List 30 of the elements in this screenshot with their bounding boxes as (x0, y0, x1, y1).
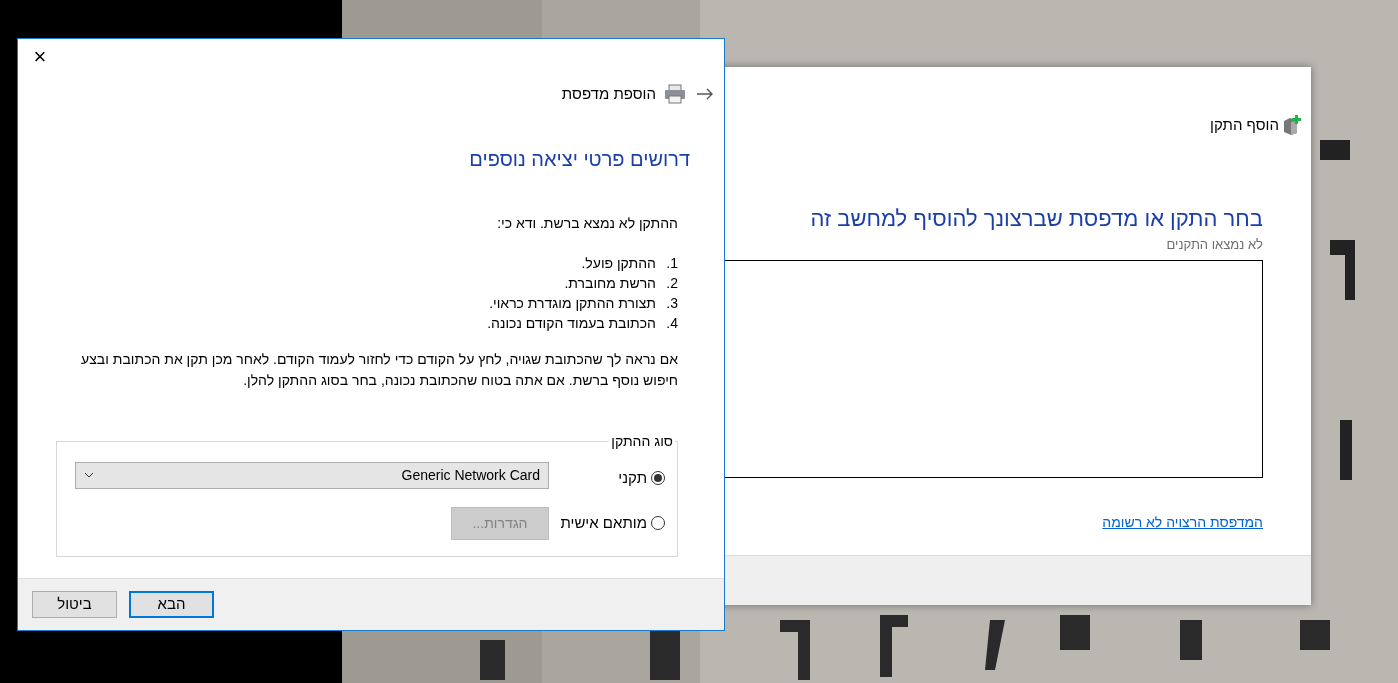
intro-text: ההתקן לא נמצא ברשת. ודא כי: (496, 213, 678, 233)
missing-printer-link[interactable]: המדפסת הרצויה לא רשומה (1102, 514, 1263, 530)
dialog-button[interactable]: הבא (129, 591, 214, 618)
step-text: הרשת מחוברת. (564, 273, 656, 293)
radio-button[interactable] (651, 516, 665, 531)
page-heading: בחר התקן או מדפסת שברצונך להוסיף למחשב זה (810, 204, 1263, 233)
step-number: 1. (665, 253, 678, 273)
status-text: לא נמצאו התקנים (1165, 235, 1263, 254)
close-button[interactable]: × (30, 47, 50, 67)
device-dropdown[interactable]: Generic Network Card (75, 461, 549, 489)
radio-option[interactable]: מותאם אישית (555, 507, 665, 535)
window-title: הוסף התקן (1210, 115, 1279, 135)
window-title: הוספת מדפסת (561, 84, 656, 104)
radio-label: תקני (618, 467, 647, 488)
radio-button[interactable] (651, 470, 665, 485)
page-heading: דרושים פרטי יציאה נוספים (468, 146, 691, 172)
step-number: 3. (665, 293, 678, 313)
step-text: ההתקן פועל. (581, 253, 656, 273)
step-number: 2. (665, 273, 678, 293)
radio-option[interactable]: תקני (555, 461, 665, 489)
dialog-button[interactable]: ביטול (32, 591, 117, 618)
step-text: הכתובת בעמוד הקודם נכונה. (487, 313, 656, 333)
chevron-down-icon (84, 472, 94, 478)
device-add-icon (1283, 115, 1301, 136)
back-arrow-icon (696, 88, 714, 101)
step-number: 4. (665, 313, 678, 333)
note-text: אם נראה לך שהכתובת שגויה, לחץ על הקודם כדי לחזור לעמוד הקודם. לאחר מכן תקן את הכתובת ובצע חיפוש נוסף ברשת. אם אתה בטוח שהכתובת נכונה, בחר בסוג ההתקן להלן. (80, 349, 678, 390)
printer-icon (664, 84, 686, 105)
radio-label: מותאם אישית (560, 513, 647, 533)
step-text: תצורת ההתקן מוגדרת כראוי. (489, 293, 656, 313)
